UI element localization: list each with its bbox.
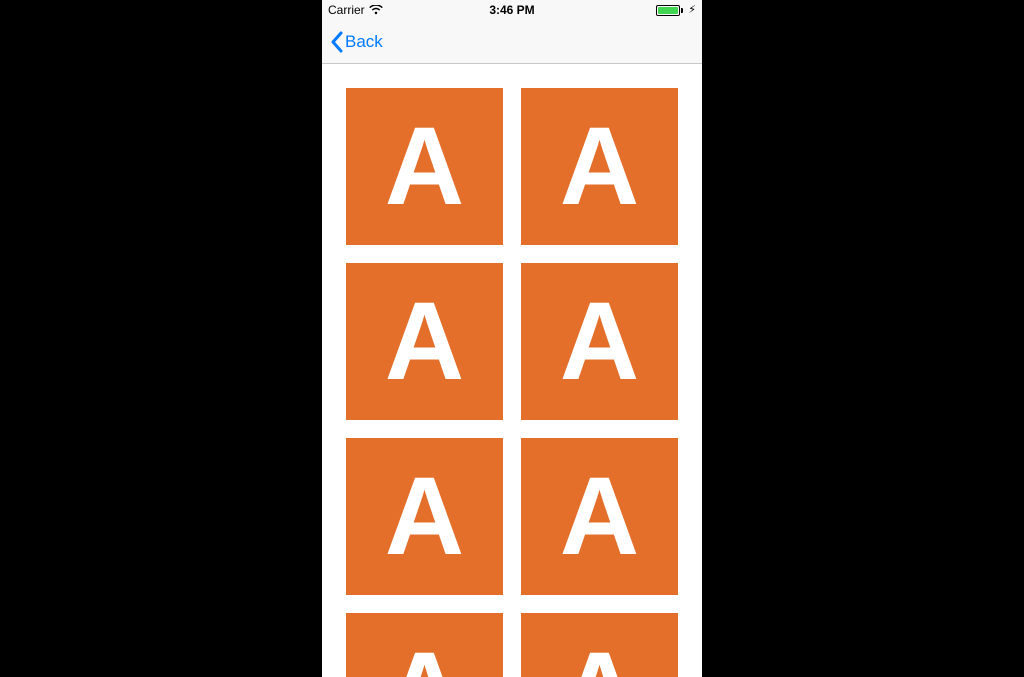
grid-item[interactable]: A [346,263,503,420]
collection-view[interactable]: A A A A A A A A [322,64,702,677]
grid-item[interactable]: A [346,438,503,595]
grid-item[interactable]: A [521,438,678,595]
wifi-icon [369,5,383,15]
grid-item[interactable]: A [521,613,678,677]
tile-letter: A [560,462,639,572]
tile-letter: A [560,287,639,397]
tile-letter: A [385,287,464,397]
grid-item[interactable]: A [521,263,678,420]
charging-icon: ⚡︎ [688,5,696,16]
battery-icon [656,5,683,16]
carrier-label: Carrier [328,3,365,17]
tile-letter: A [560,112,639,222]
grid-item[interactable]: A [346,613,503,677]
chevron-left-icon [330,31,343,53]
back-label: Back [345,32,383,52]
status-bar: Carrier 3:46 PM ⚡︎ [322,0,702,20]
grid-item[interactable]: A [346,88,503,245]
tile-letter: A [385,112,464,222]
tile-letter: A [385,462,464,572]
tile-letter: A [560,637,639,677]
grid-item[interactable]: A [521,88,678,245]
clock: 3:46 PM [489,3,534,17]
phone-screen: Carrier 3:46 PM ⚡︎ [322,0,702,677]
tile-letter: A [385,637,464,677]
navigation-bar: Back [322,20,702,64]
back-button[interactable]: Back [326,27,387,57]
